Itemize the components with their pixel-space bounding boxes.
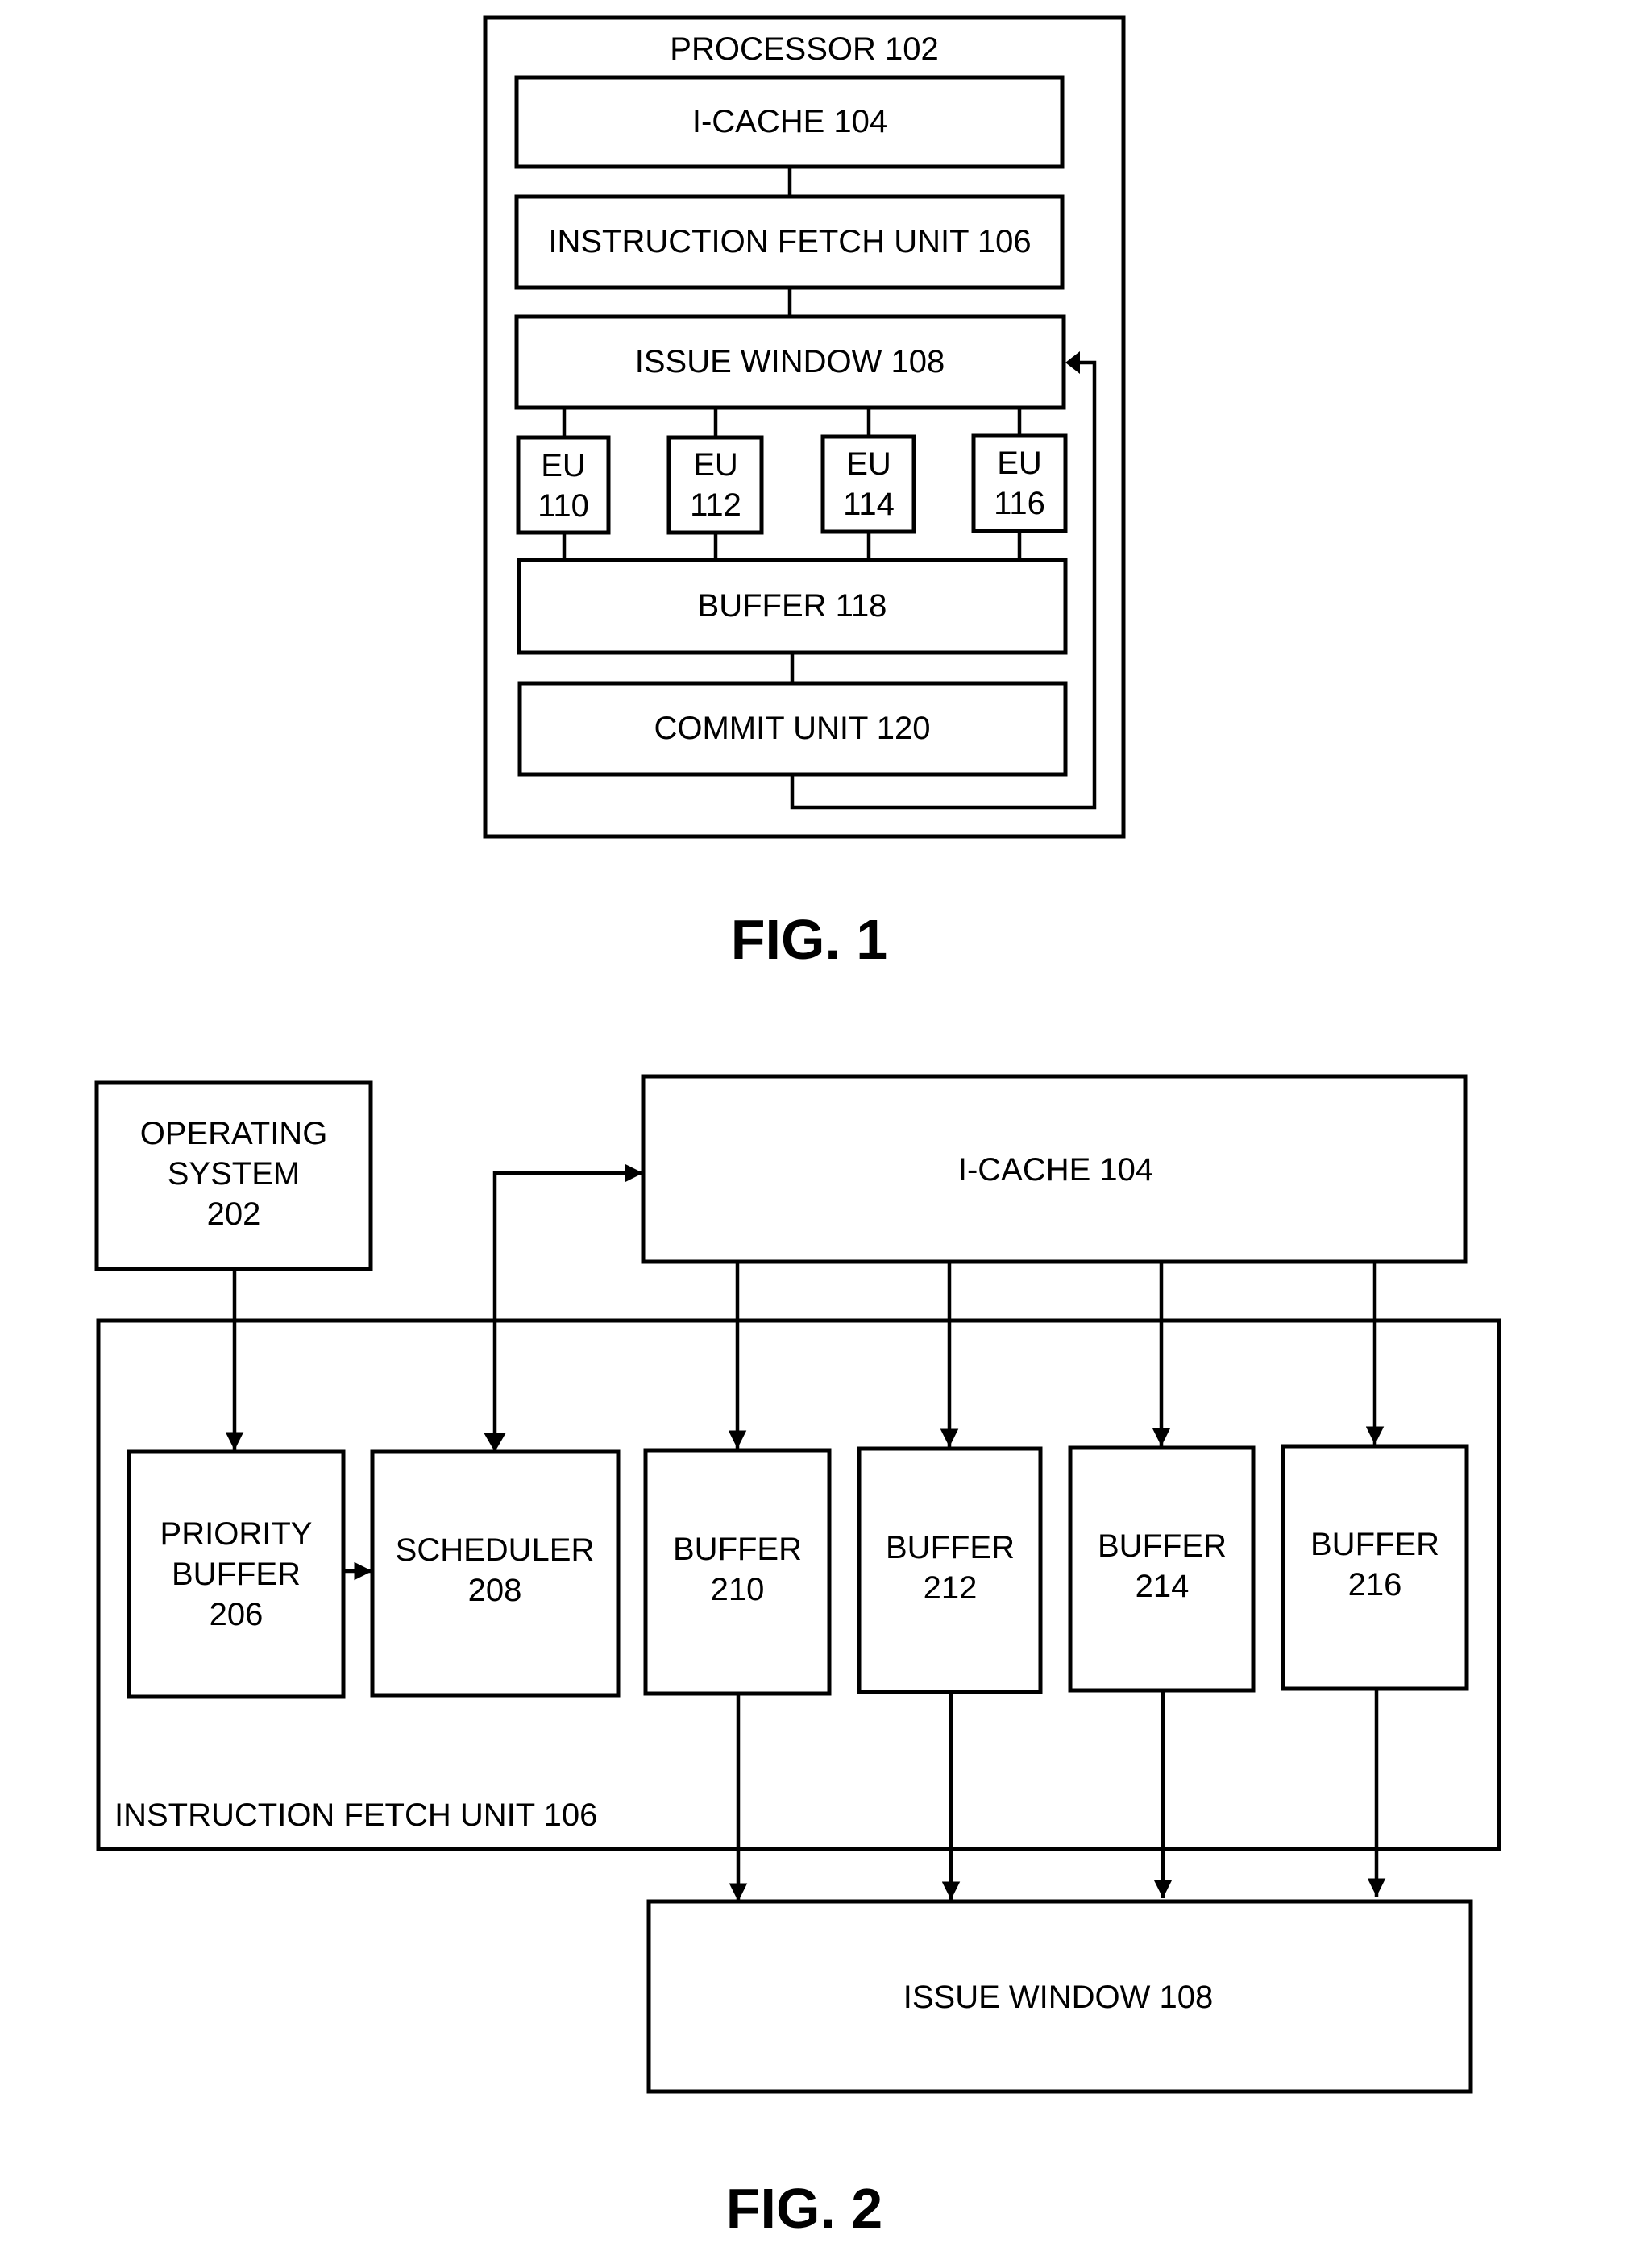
eu-label-line2: 116 — [994, 486, 1045, 521]
issue-window-label-fig2: ISSUE WINDOW 108 — [903, 1980, 1214, 2015]
eu-label-line1: EU — [541, 448, 586, 483]
buffer-line1: BUFFER — [1098, 1528, 1227, 1564]
buffer-line2: 212 — [924, 1570, 978, 1606]
icache-label-fig2: I-CACHE 104 — [958, 1152, 1153, 1188]
processor-label: PROCESSOR 102 — [670, 31, 938, 67]
issue-window-label: ISSUE WINDOW 108 — [635, 344, 945, 379]
priority-buffer-line1: PRIORITY — [160, 1516, 313, 1552]
eu-116: EU 116 — [971, 433, 1068, 533]
buffer-line2: 210 — [711, 1572, 765, 1607]
patent-figures: PROCESSOR 102 I-CACHE 104 INSTRUCTION FE… — [94, 15, 1501, 2240]
eu-110: EU 110 — [516, 435, 611, 535]
ifu-label: INSTRUCTION FETCH UNIT 106 — [548, 224, 1031, 259]
priority-buffer-line2: BUFFER — [172, 1557, 301, 1592]
buffer-216: BUFFER 216 — [1281, 1444, 1469, 1691]
eu-label-line1: EU — [693, 447, 738, 483]
eu-label-line2: 110 — [538, 488, 589, 524]
commit-unit-label: COMMIT UNIT 120 — [654, 711, 930, 746]
fig1: PROCESSOR 102 I-CACHE 104 INSTRUCTION FE… — [483, 15, 1126, 971]
eu-112: EU 112 — [666, 435, 764, 535]
fig2-caption: FIG. 2 — [726, 2177, 882, 2240]
buffer-line1: BUFFER — [886, 1530, 1015, 1565]
buffer-line1: BUFFER — [673, 1532, 802, 1567]
eu-label-line2: 112 — [690, 487, 741, 523]
os-label-line3: 202 — [207, 1196, 261, 1232]
eu-label-line2: 114 — [843, 487, 895, 522]
priority-buffer-line3: 206 — [210, 1597, 264, 1632]
buffer-line1: BUFFER — [1310, 1527, 1439, 1562]
fig2: INSTRUCTION FETCH UNIT 106 OPERATING SYS… — [94, 1074, 1501, 2240]
ifu-container-label: INSTRUCTION FETCH UNIT 106 — [114, 1797, 597, 1833]
buffer-212: BUFFER 212 — [857, 1446, 1043, 1694]
buffer-214: BUFFER 214 — [1068, 1445, 1256, 1693]
os-label-line1: OPERATING — [140, 1116, 328, 1151]
scheduler-line2: 208 — [468, 1573, 522, 1608]
eu-114: EU 114 — [820, 434, 916, 534]
icache-label: I-CACHE 104 — [692, 104, 887, 139]
scheduler-line1: SCHEDULER — [396, 1532, 595, 1568]
buffer-118-label: BUFFER 118 — [698, 588, 887, 624]
eu-label-line1: EU — [846, 446, 891, 482]
os-label-line2: SYSTEM — [168, 1156, 300, 1192]
eu-label-line1: EU — [997, 446, 1042, 481]
buffer-line2: 216 — [1348, 1567, 1402, 1603]
buffer-210: BUFFER 210 — [643, 1448, 832, 1696]
fig1-caption: FIG. 1 — [731, 908, 887, 971]
buffer-line2: 214 — [1136, 1569, 1190, 1604]
